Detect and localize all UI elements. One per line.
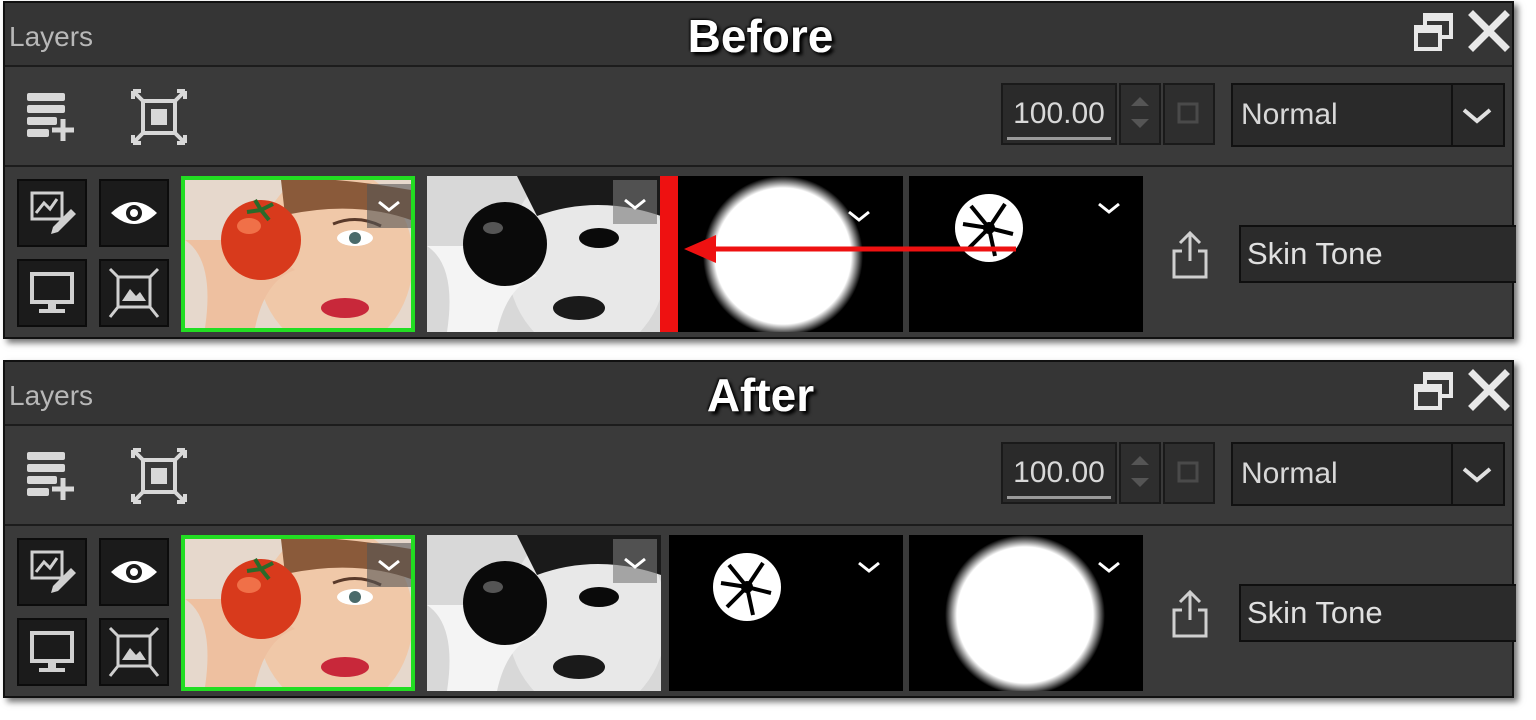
tomato-face-image [185, 539, 411, 687]
opacity-input[interactable]: 100.00 [1001, 442, 1117, 504]
frame-image-button[interactable] [99, 618, 169, 686]
layers-panel-after: Layers After 100.00 Normal Skin Tone [3, 360, 1516, 698]
thumbnail-tomato-face[interactable] [181, 176, 415, 332]
panel-titlebar[interactable]: Layers Before [5, 3, 1512, 67]
add-layer-icon[interactable] [23, 448, 79, 504]
layer-row[interactable]: Skin Tone [5, 528, 1516, 696]
caption-label: Before [687, 10, 834, 62]
restore-icon[interactable] [1413, 370, 1455, 412]
restore-icon[interactable] [1413, 11, 1455, 53]
layer-row[interactable]: Skin Tone [5, 169, 1516, 337]
share-icon[interactable] [1170, 588, 1210, 640]
opacity-underline [1007, 137, 1111, 140]
edit-mask-icon [30, 550, 76, 593]
layers-panel-before: Layers Before 100.00 Normal Skin Tone [3, 1, 1516, 339]
thumbnail-star-circle-mask[interactable] [669, 535, 903, 691]
thumbnail-soft-circle-mask[interactable] [909, 535, 1143, 691]
stepper-up-icon[interactable] [1131, 97, 1149, 106]
stepper-up-icon[interactable] [1131, 456, 1149, 465]
opacity-stepper[interactable] [1119, 442, 1161, 504]
eye-icon [111, 202, 157, 224]
edit-mask-button[interactable] [17, 179, 87, 247]
layers-toolbar: 100.00 Normal [5, 426, 1512, 526]
close-icon[interactable] [1467, 368, 1511, 412]
caption-label: After [706, 369, 815, 421]
close-icon[interactable] [1467, 9, 1511, 53]
opacity-underline [1007, 496, 1111, 499]
eye-icon [111, 561, 157, 583]
image-frame-icon [108, 267, 160, 318]
chevron-down-icon [1462, 108, 1492, 124]
image-frame-icon [108, 626, 160, 677]
edit-mask-icon [30, 191, 76, 234]
star-circle-mask-image [669, 535, 903, 691]
blend-mode-select[interactable]: Normal [1231, 83, 1505, 147]
monitor-icon [30, 272, 74, 313]
opacity-slider-button[interactable] [1163, 83, 1215, 145]
panel-titlebar[interactable]: Layers After [5, 362, 1512, 426]
bw-face-image [427, 535, 661, 691]
opacity-input[interactable]: 100.00 [1001, 83, 1117, 145]
fit-frame-icon[interactable] [131, 89, 187, 145]
layer-name-field[interactable]: Skin Tone [1239, 225, 1516, 283]
blend-mode-select[interactable]: Normal [1231, 442, 1505, 506]
opacity-slider-button[interactable] [1163, 442, 1215, 504]
monitor-icon [30, 631, 74, 672]
edit-mask-button[interactable] [17, 538, 87, 606]
slider-square-icon [1177, 102, 1199, 124]
layers-toolbar: 100.00 Normal [5, 67, 1512, 167]
bw-face-image [427, 176, 661, 332]
drop-indicator [660, 176, 678, 332]
stepper-down-icon[interactable] [1131, 119, 1149, 128]
thumbnail-tomato-face[interactable] [181, 535, 415, 691]
stepper-down-icon[interactable] [1131, 478, 1149, 487]
blend-mode-dropdown[interactable] [1451, 444, 1503, 504]
layer-name-field[interactable]: Skin Tone [1239, 584, 1516, 642]
fit-frame-icon[interactable] [131, 448, 187, 504]
display-button[interactable] [17, 259, 87, 327]
blend-mode-dropdown[interactable] [1451, 85, 1503, 145]
blend-mode-value: Normal [1241, 98, 1338, 131]
visibility-toggle[interactable] [99, 179, 169, 247]
blend-mode-value: Normal [1241, 457, 1338, 490]
share-icon[interactable] [1170, 229, 1210, 281]
drag-arrow-icon [684, 235, 1016, 263]
chevron-down-icon [1462, 467, 1492, 483]
thumbnail-bw-face[interactable] [427, 535, 661, 691]
frame-image-button[interactable] [99, 259, 169, 327]
slider-square-icon [1177, 461, 1199, 483]
visibility-toggle[interactable] [99, 538, 169, 606]
display-button[interactable] [17, 618, 87, 686]
tomato-face-image [185, 180, 411, 328]
add-layer-icon[interactable] [23, 89, 79, 145]
thumbnail-bw-face[interactable] [427, 176, 661, 332]
opacity-stepper[interactable] [1119, 83, 1161, 145]
soft-circle-mask-image [909, 535, 1143, 691]
